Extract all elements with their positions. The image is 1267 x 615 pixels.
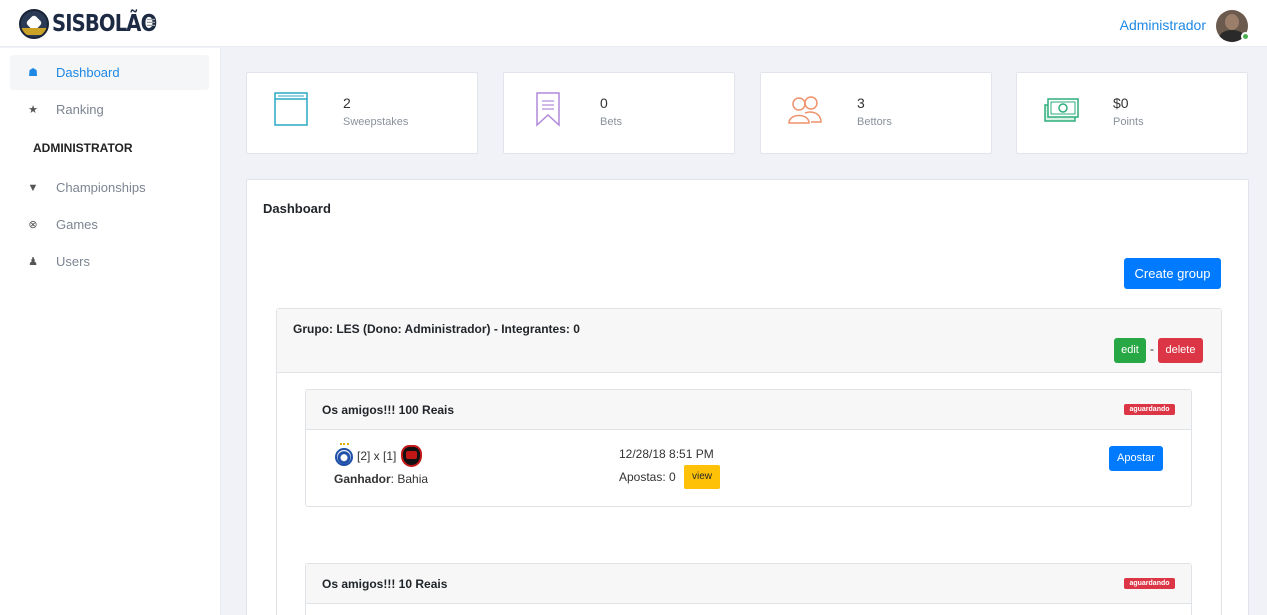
window-icon [274, 92, 308, 126]
winner-value: : Bahia [390, 472, 429, 486]
money-icon [1044, 98, 1079, 122]
stat-value: 3 [857, 95, 865, 111]
stat-label: Bettors [857, 116, 892, 128]
sidebar-item-championships[interactable]: ▼ Championships [10, 170, 209, 205]
sidebar-item-users[interactable]: ♟ Users [10, 244, 209, 279]
place-bet-button[interactable]: Apostar [1109, 446, 1163, 471]
sidebar-item-dashboard[interactable]: ☗ Dashboard [10, 55, 209, 90]
star-icon: ★ [28, 104, 38, 116]
user-menu-name[interactable]: Administrador [1120, 17, 1206, 33]
sweepstake-title: Os amigos!!! 10 Reais [322, 577, 448, 591]
page-title: Dashboard [263, 201, 331, 216]
sweepstake-header: Os amigos!!! 100 Reais aguardando [306, 390, 1191, 430]
game-date: 12/28/18 8:51 PM [619, 447, 714, 461]
stat-value: 2 [343, 95, 351, 111]
sweepstake-card: Os amigos!!! 100 Reais aguardando [2] x … [305, 389, 1192, 507]
dashboard-panel: Dashboard Create group Grupo: LES (Dono:… [246, 179, 1249, 615]
logo-ball-icon [19, 9, 49, 39]
stat-label: Sweepstakes [343, 116, 409, 128]
sweepstake-header: Os amigos!!! 10 Reais aguardando [306, 564, 1191, 604]
sidebar-item-ranking[interactable]: ★ Ranking [10, 92, 209, 127]
sidebar-item-label: Ranking [56, 102, 104, 117]
stat-label: Points [1113, 116, 1144, 128]
soccer-ball-icon: ⊗ [28, 219, 38, 231]
delete-group-button[interactable]: delete [1158, 338, 1203, 363]
stat-card-points: $0 Points [1016, 72, 1248, 154]
stat-card-bets: 0 Bets [503, 72, 735, 154]
view-bets-button[interactable]: view [684, 465, 720, 489]
edit-group-button[interactable]: edit [1114, 338, 1146, 363]
online-status-dot [1241, 32, 1250, 41]
bahia-crest-icon [335, 443, 353, 466]
trophy-icon: ▼ [27, 181, 39, 194]
stat-card-bettors: 3 Bettors [760, 72, 992, 154]
group-header: Grupo: LES (Dono: Administrador) - Integ… [277, 309, 1221, 373]
user-icon: ♟ [28, 256, 38, 268]
sidebar-item-label: Games [56, 217, 98, 232]
vitoria-crest-icon [401, 445, 422, 467]
sweepstake-card: Os amigos!!! 10 Reais aguardando [305, 563, 1192, 615]
users-icon [788, 96, 822, 124]
home-icon: ☗ [28, 67, 38, 79]
status-badge: aguardando [1124, 578, 1175, 589]
sidebar-item-label: Championships [56, 180, 146, 195]
sidebar-section-administrator: ADMINISTRATOR [33, 141, 133, 155]
bookmark-icon [536, 92, 560, 127]
game-winner: Ganhador: Bahia [334, 472, 428, 486]
winner-label: Ganhador [334, 472, 391, 486]
sidebar-item-label: Dashboard [56, 65, 120, 80]
bets-count: Apostas: 0 [619, 470, 676, 484]
group-card: Grupo: LES (Dono: Administrador) - Integ… [276, 308, 1222, 615]
stat-card-sweepstakes: 2 Sweepstakes [246, 72, 478, 154]
sweepstake-title: Os amigos!!! 100 Reais [322, 403, 455, 417]
game-score: [2] x [1] [357, 449, 397, 463]
game-row: [2] x [1] Ganhador: Bahia 12/28/18 8:51 … [306, 430, 1191, 506]
stat-value: 0 [600, 95, 608, 111]
logo-text: SISBOLÃO [52, 11, 157, 37]
top-navbar: SISBOLÃO ≡ Administrador [0, 0, 1267, 47]
create-group-button[interactable]: Create group [1124, 258, 1221, 289]
sidebar: ☗ Dashboard ★ Ranking ADMINISTRATOR ▼ Ch… [0, 48, 221, 615]
stat-value: $0 [1113, 95, 1129, 111]
sidebar-item-games[interactable]: ⊗ Games [10, 207, 209, 242]
group-title: Grupo: LES (Dono: Administrador) - Integ… [293, 322, 580, 336]
stat-label: Bets [600, 116, 623, 128]
sidebar-item-label: Users [56, 254, 90, 269]
button-separator: - [1150, 342, 1154, 356]
menu-toggle-icon[interactable]: ≡ [146, 13, 156, 33]
status-badge: aguardando [1124, 404, 1175, 415]
